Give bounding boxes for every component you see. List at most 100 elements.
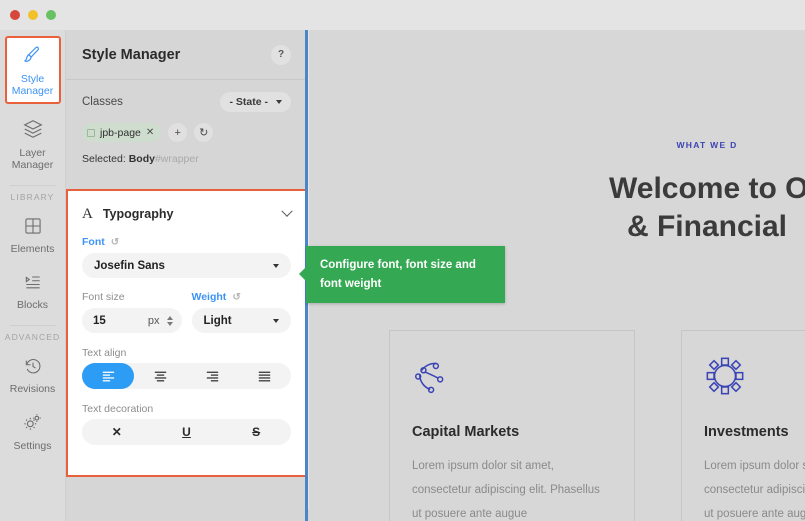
typography-title: Typography xyxy=(102,207,174,221)
sidebar-item-label: Elements xyxy=(10,243,55,255)
hero-line-1: Welcome to Ou xyxy=(609,172,805,205)
font-size-value: 15 xyxy=(93,314,106,327)
selected-element-id: #wrapper xyxy=(154,153,199,165)
typography-icon: A xyxy=(82,205,93,222)
hero-heading: Welcome to Ou & Financial xyxy=(309,170,805,246)
text-align-group xyxy=(82,363,291,389)
chevron-down-icon[interactable] xyxy=(281,205,293,217)
sidebar-item-blocks[interactable]: Blocks xyxy=(5,264,61,318)
app-window: Style Manager Layer Manager LIBRARY Elem… xyxy=(0,0,805,521)
font-size-input[interactable]: 15 px xyxy=(82,308,182,333)
selected-element-name: Body xyxy=(128,153,155,165)
gear-outline-icon xyxy=(704,355,805,402)
chevron-down-icon xyxy=(276,100,282,104)
sidebar-item-style-manager[interactable]: Style Manager xyxy=(4,36,61,104)
classes-section: Classes - State - jpb-page ✕ + ↻ Selecte… xyxy=(66,80,307,175)
state-select[interactable]: - State - xyxy=(220,92,291,112)
font-label-row: Font ↺ xyxy=(82,236,291,248)
card-capital-markets[interactable]: Capital Markets Lorem ipsum dolor sit am… xyxy=(389,330,635,521)
card-title: Capital Markets xyxy=(412,424,520,440)
history-icon xyxy=(23,356,43,379)
sidebar-item-elements[interactable]: Elements xyxy=(5,208,61,262)
card-investments[interactable]: Investments Lorem ipsum dolor sit amet, … xyxy=(681,330,805,521)
sidebar-item-layer-manager[interactable]: Layer Manager xyxy=(5,110,61,178)
grid-icon xyxy=(23,216,43,239)
gears-icon xyxy=(22,412,43,436)
layers-icon xyxy=(22,118,44,143)
class-tag-label: jpb-page xyxy=(100,126,141,139)
align-left-button[interactable] xyxy=(82,363,135,389)
feature-cards: Capital Markets Lorem ipsum dolor sit am… xyxy=(389,330,805,521)
font-size-unit[interactable]: px xyxy=(148,315,160,327)
sidebar-item-label: Style Manager xyxy=(11,73,54,97)
sidebar-item-label: Settings xyxy=(13,440,52,452)
decoration-strikethrough-button[interactable]: S xyxy=(221,425,291,439)
sidebar-item-label: Revisions xyxy=(9,383,56,395)
help-button[interactable]: ? xyxy=(271,44,291,65)
card-body: Lorem ipsum dolor sit amet, consectetur … xyxy=(412,460,600,520)
class-tags-row: jpb-page ✕ + ↻ xyxy=(82,123,291,142)
window-minimize-button[interactable] xyxy=(28,10,38,20)
state-select-value: - State - xyxy=(229,96,268,108)
font-label: Font xyxy=(82,236,105,248)
panel-header: Style Manager ? xyxy=(66,30,307,80)
text-decoration-group: ✕ U S xyxy=(82,419,291,445)
text-align-label: Text align xyxy=(82,347,127,359)
font-family-select[interactable]: Josefin Sans xyxy=(82,253,291,278)
size-weight-row: Font size 15 px Weight ↺ Light xyxy=(82,291,291,333)
classes-label: Classes xyxy=(82,96,123,108)
font-size-label: Font size xyxy=(82,291,125,303)
add-class-button[interactable]: + xyxy=(168,123,188,142)
window-close-button[interactable] xyxy=(10,10,20,20)
nodes-graph-icon xyxy=(412,355,612,402)
reset-icon[interactable]: ↺ xyxy=(111,237,119,248)
classes-row: Classes - State - xyxy=(82,92,291,112)
left-sidebar: Style Manager Layer Manager LIBRARY Elem… xyxy=(0,30,66,521)
title-bar xyxy=(0,0,805,30)
decoration-none-button[interactable]: ✕ xyxy=(82,425,152,439)
typography-header[interactable]: A Typography xyxy=(82,201,293,227)
font-size-group: Font size 15 px xyxy=(82,291,182,333)
window-zoom-button[interactable] xyxy=(46,10,56,20)
stepper-up-icon[interactable] xyxy=(166,315,173,320)
tooltip-callout: Configure font, font size and font weigh… xyxy=(299,246,505,303)
text-decoration-label: Text decoration xyxy=(82,403,154,415)
sidebar-divider xyxy=(9,325,56,326)
reset-icon[interactable]: ↺ xyxy=(232,292,240,303)
hero-line-2: & Financial xyxy=(626,210,788,243)
font-weight-group: Weight ↺ Light xyxy=(191,291,292,333)
selected-element-row: Selected: Body#wrapper xyxy=(82,153,291,165)
callout-arrow-icon xyxy=(299,266,307,282)
checkbox-icon[interactable] xyxy=(87,128,95,137)
sync-classes-button[interactable]: ↻ xyxy=(194,123,214,142)
blocks-icon xyxy=(23,272,43,295)
sidebar-divider xyxy=(9,185,56,186)
font-field-group: Font ↺ Josefin Sans xyxy=(82,236,291,278)
typography-section: A Typography Font ↺ Josefin Sans Font si… xyxy=(66,189,307,477)
class-tag-jpb-page[interactable]: jpb-page ✕ xyxy=(82,123,162,142)
hero-eyebrow: WHAT WE D xyxy=(676,140,738,150)
font-weight-select[interactable]: Light xyxy=(191,308,291,333)
callout-text: Configure font, font size and font weigh… xyxy=(320,259,476,290)
card-title: Investments xyxy=(704,424,789,440)
sidebar-group-advanced: ADVANCED xyxy=(4,332,61,342)
sidebar-item-revisions[interactable]: Revisions xyxy=(5,348,61,402)
quantity-stepper[interactable] xyxy=(166,315,173,326)
page-title: Style Manager xyxy=(82,46,181,63)
align-justify-button[interactable] xyxy=(239,363,291,389)
decoration-underline-button[interactable]: U xyxy=(152,425,222,439)
chevron-down-icon xyxy=(273,318,279,323)
chevron-down-icon xyxy=(273,263,279,268)
selected-prefix: Selected: xyxy=(82,153,126,165)
align-center-button[interactable] xyxy=(134,363,186,389)
sidebar-item-label: Layer Manager xyxy=(11,147,54,171)
card-body: Lorem ipsum dolor sit amet, consectetur … xyxy=(704,460,805,520)
weight-label-row: Weight ↺ xyxy=(192,291,292,303)
stepper-down-icon[interactable] xyxy=(166,321,173,326)
sidebar-group-library: LIBRARY xyxy=(10,192,55,202)
sidebar-item-settings[interactable]: Settings xyxy=(5,404,61,459)
brush-icon xyxy=(22,44,44,69)
align-right-button[interactable] xyxy=(187,363,239,389)
close-icon[interactable]: ✕ xyxy=(146,127,154,138)
font-family-value: Josefin Sans xyxy=(94,259,165,272)
